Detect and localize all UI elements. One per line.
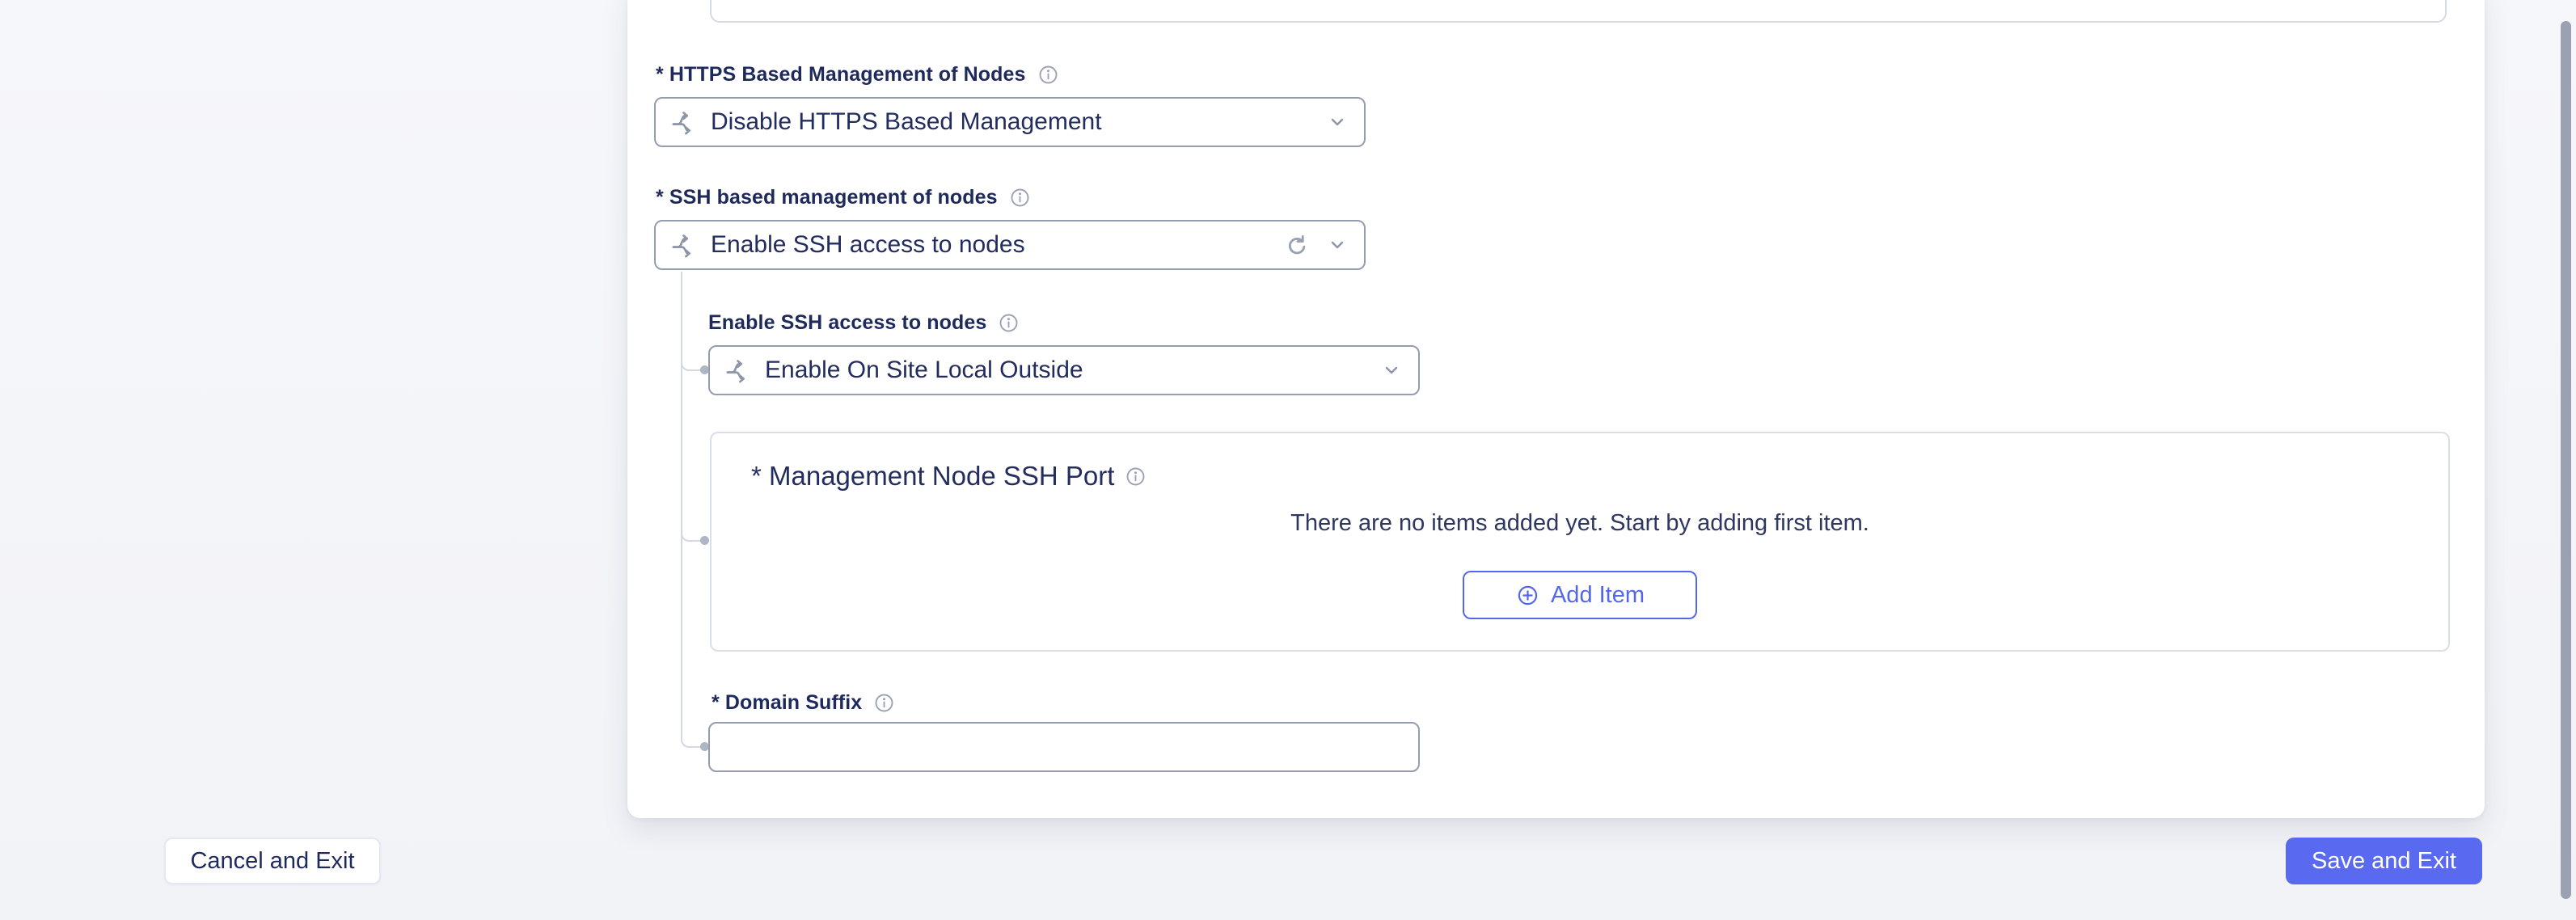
add-item-button[interactable]: Add Item [1463, 571, 1697, 619]
ssh-access-mode-select-value: Enable On Site Local Outside [765, 357, 1083, 383]
plus-circle-icon [1515, 583, 1540, 608]
tree-node-dot [700, 536, 709, 545]
info-icon[interactable] [999, 313, 1019, 333]
info-icon[interactable] [874, 693, 894, 713]
info-icon[interactable] [1125, 466, 1146, 487]
ssh-management-select[interactable]: Enable SSH access to nodes [654, 220, 1366, 270]
ssh-management-select-value: Enable SSH access to nodes [711, 231, 1025, 258]
branch-icon [724, 357, 752, 384]
chevron-down-icon [1381, 360, 1402, 381]
https-field-label-row: * HTTPS Based Management of Nodes [656, 58, 1058, 91]
add-item-button-label: Add Item [1550, 581, 1645, 608]
page: * HTTPS Based Management of Nodes Disabl… [0, 0, 2576, 920]
https-field-label: * HTTPS Based Management of Nodes [656, 62, 1026, 86]
ssh-field-label: * SSH based management of nodes [656, 185, 998, 209]
branch-icon [670, 231, 698, 259]
cancel-and-exit-button[interactable]: Cancel and Exit [164, 838, 381, 884]
ssh-nested-label: Enable SSH access to nodes [708, 310, 987, 334]
ssh-nested-label-row: Enable SSH access to nodes [708, 306, 1019, 339]
chevron-down-icon [1327, 112, 1348, 133]
info-icon[interactable] [1038, 65, 1058, 85]
tree-elbow [681, 529, 702, 542]
branch-icon [670, 108, 698, 136]
vertical-scrollbar[interactable] [2561, 21, 2571, 899]
chevron-down-icon [1327, 234, 1348, 255]
tree-elbow [681, 735, 702, 748]
previous-field-input[interactable] [710, 0, 2447, 23]
save-and-exit-button[interactable]: Save and Exit [2286, 838, 2482, 884]
ssh-access-mode-select[interactable]: Enable On Site Local Outside [708, 345, 1420, 395]
empty-list-message: There are no items added yet. Start by a… [1290, 509, 1869, 536]
ssh-port-panel-title: * Management Node SSH Port [751, 461, 1115, 491]
domain-suffix-input[interactable] [708, 722, 1420, 772]
info-icon[interactable] [1010, 188, 1030, 208]
https-management-select-value: Disable HTTPS Based Management [711, 108, 1102, 135]
tree-connector-line [681, 272, 682, 741]
ssh-port-title-row: * Management Node SSH Port [751, 458, 1146, 495]
https-management-select[interactable]: Disable HTTPS Based Management [654, 97, 1366, 147]
tree-elbow [681, 358, 702, 371]
reload-icon[interactable] [1283, 233, 1307, 257]
domain-suffix-label-row: * Domain Suffix [712, 686, 894, 719]
domain-suffix-label: * Domain Suffix [712, 690, 863, 714]
ssh-field-label-row: * SSH based management of nodes [656, 181, 1030, 213]
